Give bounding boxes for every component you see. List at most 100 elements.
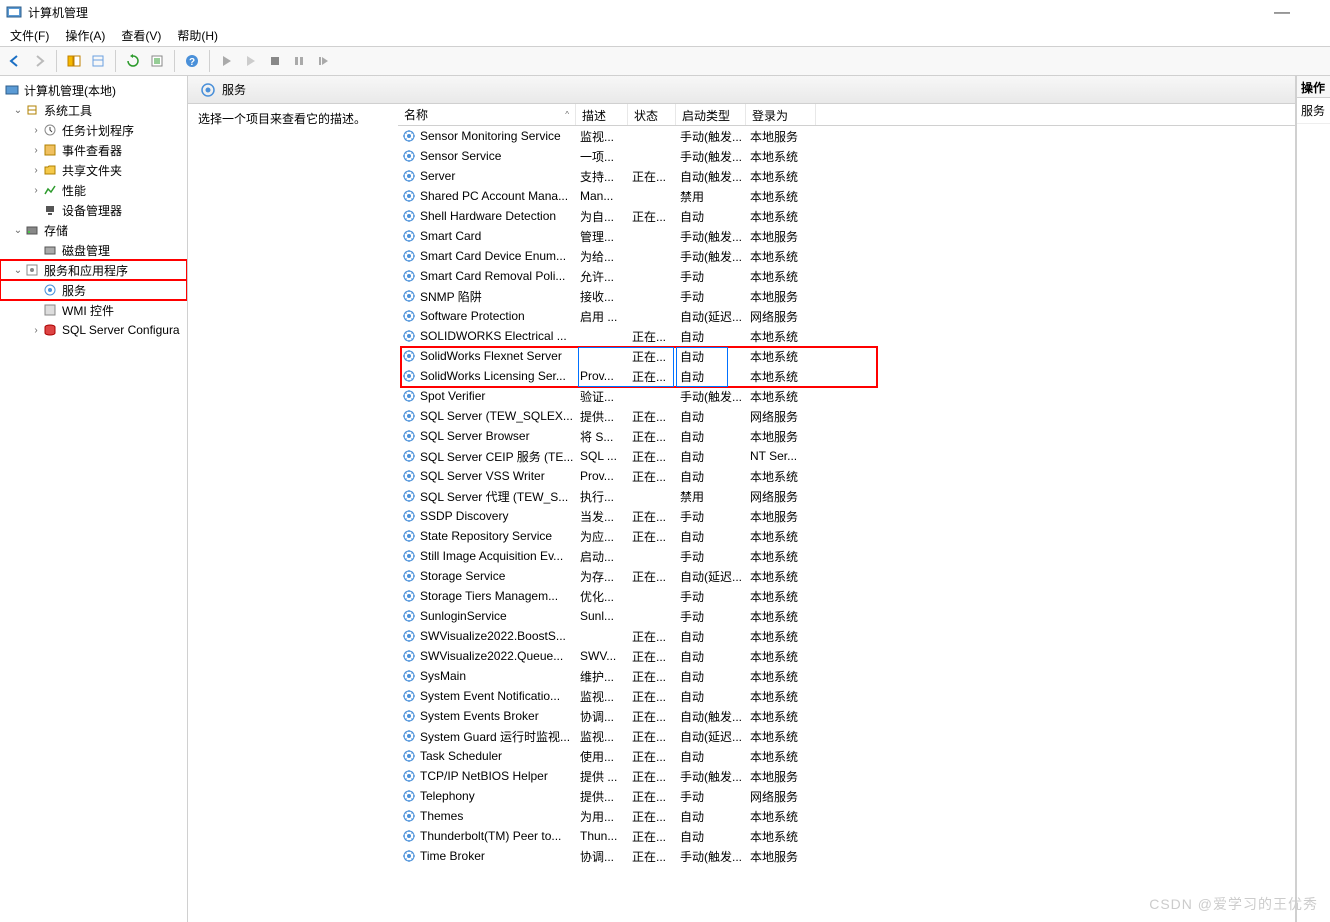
service-row[interactable]: Shared PC Account Mana...Man...禁用本地系统: [398, 186, 1295, 206]
console-tree[interactable]: 计算机管理(本地) ⌄系统工具 ›任务计划程序 ›事件查看器 ›共享文件夹 ›性…: [0, 76, 188, 922]
service-row[interactable]: Storage Service为存...正在...自动(延迟...本地系统: [398, 566, 1295, 586]
tree-root[interactable]: 计算机管理(本地): [0, 80, 187, 100]
svc-start: 手动: [678, 268, 748, 285]
service-row[interactable]: SQL Server VSS WriterProv...正在...自动本地系统: [398, 466, 1295, 486]
col-logon[interactable]: 登录为: [746, 104, 816, 125]
svc-start: 自动: [678, 668, 748, 685]
service-row[interactable]: Shell Hardware Detection为自...正在...自动本地系统: [398, 206, 1295, 226]
menu-action[interactable]: 操作(A): [59, 25, 111, 46]
gear-icon: [402, 529, 416, 543]
pause-button[interactable]: [288, 50, 310, 72]
svc-name: Thunderbolt(TM) Peer to...: [420, 829, 578, 843]
svc-status: 正在...: [630, 168, 678, 185]
tree-services-apps[interactable]: ⌄服务和应用程序: [0, 260, 187, 280]
service-row[interactable]: SQL Server 代理 (TEW_S...执行...禁用网络服务: [398, 486, 1295, 506]
service-row[interactable]: Server支持...正在...自动(触发...本地系统: [398, 166, 1295, 186]
tree-scheduler[interactable]: ›任务计划程序: [0, 120, 187, 140]
service-row[interactable]: Thunderbolt(TM) Peer to...Thun...正在...自动…: [398, 826, 1295, 846]
service-row[interactable]: SunloginServiceSunl...手动本地系统: [398, 606, 1295, 626]
minimize-button[interactable]: —: [1274, 4, 1290, 22]
tree-services[interactable]: 服务: [0, 280, 187, 300]
svc-start: 自动: [678, 208, 748, 225]
service-row[interactable]: Sensor Service一项...手动(触发...本地系统: [398, 146, 1295, 166]
service-row[interactable]: Task Scheduler使用...正在...自动本地系统: [398, 746, 1295, 766]
content-area: 服务 选择一个项目来查看它的描述。 名称^ 描述 状态 启动类型 登录为 Sen…: [188, 76, 1296, 922]
service-row[interactable]: SSDP Discovery当发...正在...手动本地服务: [398, 506, 1295, 526]
svc-start: 自动(延迟...: [678, 568, 748, 585]
svc-logon: 网络服务: [748, 408, 818, 425]
service-row[interactable]: Themes为用...正在...自动本地系统: [398, 806, 1295, 826]
services-list[interactable]: 名称^ 描述 状态 启动类型 登录为 Sensor Monitoring Ser…: [398, 104, 1295, 922]
service-row[interactable]: Telephony提供...正在...手动网络服务: [398, 786, 1295, 806]
service-row[interactable]: SQL Server CEIP 服务 (TE...SQL ...正在...自动N…: [398, 446, 1295, 466]
service-row[interactable]: Sensor Monitoring Service监视...手动(触发...本地…: [398, 126, 1295, 146]
service-row[interactable]: Smart Card Device Enum...为给...手动(触发...本地…: [398, 246, 1295, 266]
tree-perf[interactable]: ›性能: [0, 180, 187, 200]
col-desc[interactable]: 描述: [576, 104, 628, 125]
service-row[interactable]: Still Image Acquisition Ev...启动...手动本地系统: [398, 546, 1295, 566]
svc-desc: 允许...: [578, 268, 630, 285]
service-row[interactable]: SNMP 陷阱接收...手动本地服务: [398, 286, 1295, 306]
help-button[interactable]: ?: [181, 50, 203, 72]
service-row[interactable]: TCP/IP NetBIOS Helper提供 ...正在...手动(触发...…: [398, 766, 1295, 786]
service-row[interactable]: SWVisualize2022.BoostS...正在...自动本地系统: [398, 626, 1295, 646]
svc-name: SolidWorks Licensing Ser...: [420, 369, 578, 383]
svc-start: 自动: [678, 468, 748, 485]
svc-logon: 本地服务: [748, 848, 818, 865]
service-row[interactable]: SWVisualize2022.Queue...SWV...正在...自动本地系…: [398, 646, 1295, 666]
service-row[interactable]: Spot Verifier验证...手动(触发...本地系统: [398, 386, 1295, 406]
tree-devicemgr[interactable]: 设备管理器: [0, 200, 187, 220]
show-hide-button[interactable]: [63, 50, 85, 72]
tree-wmi[interactable]: WMI 控件: [0, 300, 187, 320]
svc-desc: 当发...: [578, 508, 630, 525]
col-start[interactable]: 启动类型: [676, 104, 746, 125]
service-row[interactable]: System Events Broker协调...正在...自动(触发...本地…: [398, 706, 1295, 726]
menu-view[interactable]: 查看(V): [115, 25, 167, 46]
play2-button[interactable]: [240, 50, 262, 72]
menu-file[interactable]: 文件(F): [4, 25, 55, 46]
actions-svc[interactable]: 服务: [1297, 98, 1330, 124]
forward-button[interactable]: [28, 50, 50, 72]
service-row[interactable]: SQL Server Browser将 S...正在...自动本地服务: [398, 426, 1295, 446]
svc-name: SolidWorks Flexnet Server: [420, 349, 578, 363]
col-status[interactable]: 状态: [628, 104, 676, 125]
tree-sharedfolders[interactable]: ›共享文件夹: [0, 160, 187, 180]
tree-sqlconfig[interactable]: ›SQL Server Configura: [0, 320, 187, 340]
svc-start: 自动: [678, 628, 748, 645]
stop-button[interactable]: [264, 50, 286, 72]
service-row[interactable]: Software Protection启用 ...自动(延迟...网络服务: [398, 306, 1295, 326]
svc-start: 手动: [678, 608, 748, 625]
export-list-button[interactable]: [146, 50, 168, 72]
svc-name: Shared PC Account Mana...: [420, 189, 578, 203]
gear-icon: [402, 309, 416, 323]
svc-logon: 网络服务: [748, 788, 818, 805]
back-button[interactable]: [4, 50, 26, 72]
service-row[interactable]: SolidWorks Licensing Ser...Prov...正在...自…: [398, 366, 1295, 386]
svc-logon: 本地服务: [748, 428, 818, 445]
refresh-button[interactable]: [122, 50, 144, 72]
svc-desc: Prov...: [578, 469, 630, 483]
service-row[interactable]: Storage Tiers Managem...优化...手动本地系统: [398, 586, 1295, 606]
tree-eventviewer[interactable]: ›事件查看器: [0, 140, 187, 160]
menu-help[interactable]: 帮助(H): [171, 25, 224, 46]
service-row[interactable]: Time Broker协调...正在...手动(触发...本地服务: [398, 846, 1295, 866]
column-headers[interactable]: 名称^ 描述 状态 启动类型 登录为: [398, 104, 1295, 126]
tree-systools[interactable]: ⌄系统工具: [0, 100, 187, 120]
service-row[interactable]: SOLIDWORKS Electrical ...正在...自动本地系统: [398, 326, 1295, 346]
service-row[interactable]: SQL Server (TEW_SQLEX...提供...正在...自动网络服务: [398, 406, 1295, 426]
export-button[interactable]: [87, 50, 109, 72]
service-row[interactable]: Smart Card管理...手动(触发...本地服务: [398, 226, 1295, 246]
service-row[interactable]: System Event Notificatio...监视...正在...自动本…: [398, 686, 1295, 706]
service-row[interactable]: SysMain维护...正在...自动本地系统: [398, 666, 1295, 686]
service-row[interactable]: SolidWorks Flexnet Server正在...自动本地系统: [398, 346, 1295, 366]
service-row[interactable]: System Guard 运行时监视...监视...正在...自动(延迟...本…: [398, 726, 1295, 746]
play-button[interactable]: [216, 50, 238, 72]
tree-storage[interactable]: ⌄存储: [0, 220, 187, 240]
service-row[interactable]: State Repository Service为应...正在...自动本地系统: [398, 526, 1295, 546]
tree-diskmgr[interactable]: 磁盘管理: [0, 240, 187, 260]
svc-logon: 本地服务: [748, 128, 818, 145]
gear-icon: [402, 789, 416, 803]
restart-button[interactable]: [312, 50, 334, 72]
col-name[interactable]: 名称^: [398, 104, 576, 125]
service-row[interactable]: Smart Card Removal Poli...允许...手动本地系统: [398, 266, 1295, 286]
